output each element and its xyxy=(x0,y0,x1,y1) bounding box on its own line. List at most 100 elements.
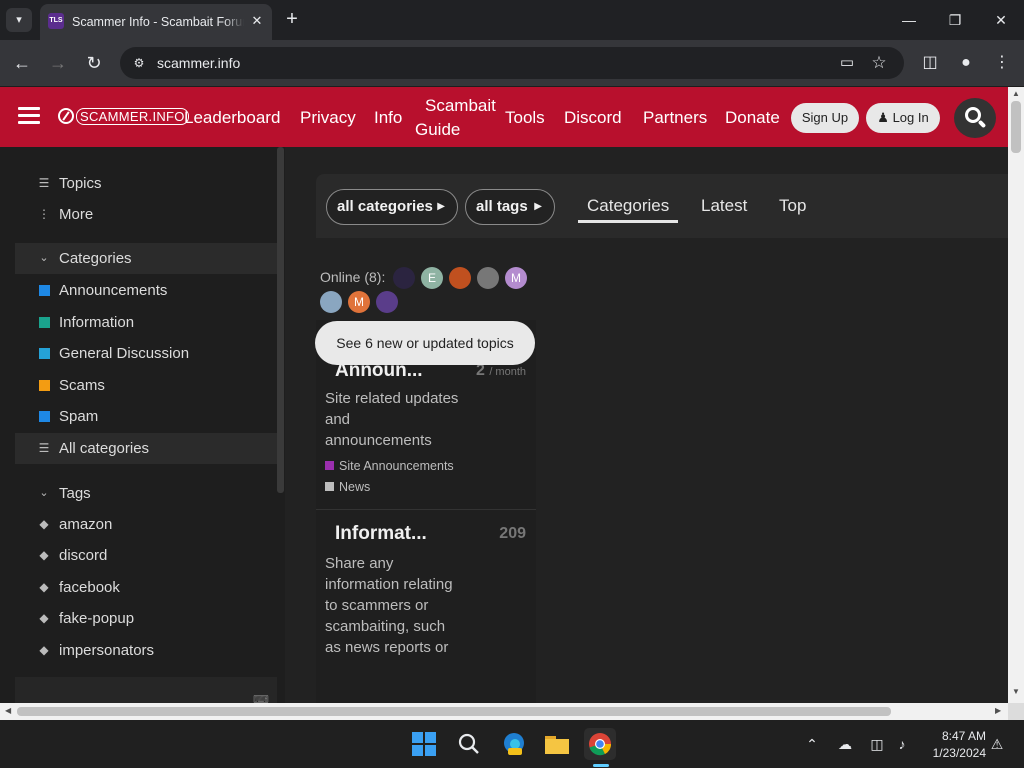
category-color-swatch xyxy=(39,348,50,359)
back-arrow-icon[interactable]: ← xyxy=(8,49,36,77)
clock-date[interactable]: 1/23/2024 xyxy=(922,745,986,761)
sidebar-category-announcements[interactable]: Announcements xyxy=(15,275,277,306)
window-close-icon[interactable]: ✕ xyxy=(978,4,1024,36)
tab-title: Scammer Info - Scambait Forum xyxy=(72,15,244,29)
sidebar-section-categories[interactable]: ⌄ Categories xyxy=(15,243,277,274)
subcategory-site-announcements[interactable]: Site Announcements xyxy=(325,458,454,474)
sidebar-item-topics[interactable]: ☰ Topics xyxy=(15,168,277,199)
keyboard-shortcuts-icon[interactable]: ⌨ xyxy=(253,693,269,703)
forward-arrow-icon[interactable]: → xyxy=(44,49,72,77)
sidebar-category-spam[interactable]: Spam xyxy=(15,401,277,432)
online-users: Online (8): E M M xyxy=(316,264,536,320)
tab-search-chevron-icon[interactable]: ▾ xyxy=(6,8,32,32)
sidebar-scrollbar[interactable] xyxy=(277,147,284,493)
sidebar-tag-amazon[interactable]: ◆ amazon xyxy=(15,509,277,540)
reload-icon[interactable]: ↻ xyxy=(80,49,108,77)
avatar[interactable]: M xyxy=(348,291,370,313)
edge-beta-icon[interactable] xyxy=(498,728,530,760)
hamburger-menu-icon[interactable] xyxy=(18,107,40,125)
search-icon[interactable] xyxy=(954,98,996,138)
caret-right-icon: ▶ xyxy=(437,201,445,212)
tab-latest[interactable]: Latest xyxy=(701,194,747,218)
scroll-right-arrow-icon[interactable]: ▶ xyxy=(995,706,1001,715)
avatar[interactable] xyxy=(320,291,342,313)
browser-tab[interactable]: TLS Scammer Info - Scambait Forum ✕ xyxy=(40,4,272,40)
nav-tools[interactable]: Tools xyxy=(505,107,545,129)
page-horizontal-scrollbar[interactable]: ◀ ▶ xyxy=(0,703,1008,720)
sidebar-tag-fake-popup[interactable]: ◆ fake-popup xyxy=(15,603,277,634)
online-count-label: Online (8): xyxy=(320,269,386,285)
browser-menu-icon[interactable]: ⋮ xyxy=(990,51,1014,75)
sidebar-section-tags[interactable]: ⌄ Tags xyxy=(15,478,277,509)
monitor-network-icon[interactable]: ◫ xyxy=(867,734,887,754)
nav-donate[interactable]: Donate xyxy=(725,107,780,129)
category-description: Site related updates and announcements xyxy=(325,390,459,449)
scroll-up-arrow-icon[interactable]: ▲ xyxy=(1012,89,1020,98)
windows-start-icon[interactable] xyxy=(408,728,440,760)
bookmark-star-icon[interactable]: ☆ xyxy=(868,52,890,74)
install-app-icon[interactable]: ▭ xyxy=(836,53,858,73)
sidebar-category-general-discussion[interactable]: General Discussion xyxy=(15,338,277,369)
avatar[interactable] xyxy=(393,267,415,289)
avatar[interactable]: M xyxy=(505,267,527,289)
new-topics-banner[interactable]: See 6 new or updated topics xyxy=(315,321,535,365)
window-minimize-icon[interactable]: — xyxy=(886,4,932,36)
sidebar-tag-facebook[interactable]: ◆ facebook xyxy=(15,572,277,603)
search-icon[interactable] xyxy=(453,728,485,760)
address-bar[interactable]: ⚙ scammer.info ▭ ☆ xyxy=(120,47,904,79)
chrome-icon[interactable] xyxy=(584,728,616,760)
speaker-muted-icon[interactable]: ♪ xyxy=(892,734,912,754)
avatar[interactable] xyxy=(376,291,398,313)
category-color-swatch xyxy=(39,317,50,328)
sidebar-category-scams[interactable]: Scams xyxy=(15,370,277,401)
side-panel-icon[interactable]: ◫ xyxy=(918,51,942,75)
scrollbar-thumb[interactable] xyxy=(1011,101,1021,153)
file-explorer-icon[interactable] xyxy=(541,728,573,760)
clock-time[interactable]: 8:47 AM xyxy=(922,728,986,744)
nav-discord[interactable]: Discord xyxy=(564,107,622,129)
nav-scambait-guide-line1[interactable]: Scambait xyxy=(425,95,496,117)
all-categories-dropdown[interactable]: all categories ▶ xyxy=(326,189,458,225)
caret-right-icon: ▶ xyxy=(534,201,542,212)
nav-partners[interactable]: Partners xyxy=(643,107,707,129)
site-favicon-icon: TLS xyxy=(48,13,64,29)
log-in-label: Log In xyxy=(892,110,929,125)
nav-privacy[interactable]: Privacy xyxy=(300,107,356,129)
onedrive-cloud-icon[interactable]: ☁ xyxy=(835,734,855,754)
sidebar-item-all-categories[interactable]: ☰ All categories xyxy=(15,433,277,464)
show-hidden-icons-chevron-icon[interactable]: ⌃ xyxy=(802,734,822,754)
category-card-information[interactable]: Informat... 209 Share any information re… xyxy=(316,510,536,703)
page-vertical-scrollbar[interactable]: ▲ ▼ xyxy=(1008,87,1024,703)
sidebar-tag-impersonators[interactable]: ◆ impersonators xyxy=(15,635,277,666)
avatar[interactable] xyxy=(449,267,471,289)
tab-top[interactable]: Top xyxy=(779,194,806,218)
new-tab-plus-icon[interactable]: + xyxy=(281,8,303,30)
scroll-left-arrow-icon[interactable]: ◀ xyxy=(5,706,11,715)
avatar[interactable] xyxy=(477,267,499,289)
log-in-button[interactable]: ♟ Log In xyxy=(866,103,940,133)
site-logo[interactable]: SCAMMER.INFO xyxy=(58,107,189,127)
sidebar-category-information[interactable]: Information xyxy=(15,307,277,338)
profile-icon[interactable]: ● xyxy=(954,51,978,75)
nav-scambait-guide-line2[interactable]: Guide xyxy=(415,119,460,141)
subcategory-news[interactable]: News xyxy=(325,479,370,495)
sidebar-tag-discord[interactable]: ◆ discord xyxy=(15,540,277,571)
category-title[interactable]: Informat... xyxy=(335,523,427,545)
nav-info[interactable]: Info xyxy=(374,107,402,129)
nav-leaderboard[interactable]: Leaderboard xyxy=(184,107,280,129)
scrollbar-corner xyxy=(1008,703,1024,720)
sidebar: ☰ Topics ⋮ More ⌄ Categories Announcemen… xyxy=(0,147,285,703)
sign-up-button[interactable]: Sign Up xyxy=(791,103,859,133)
url-text[interactable]: scammer.info xyxy=(157,55,240,71)
sidebar-item-more[interactable]: ⋮ More xyxy=(15,199,277,230)
scroll-down-arrow-icon[interactable]: ▼ xyxy=(1012,687,1020,696)
window-restore-icon[interactable]: ❐ xyxy=(932,4,978,36)
tab-close-icon[interactable]: ✕ xyxy=(248,12,266,30)
all-tags-dropdown[interactable]: all tags ▶ xyxy=(465,189,555,225)
notification-bell-icon[interactable]: ⚠ xyxy=(987,734,1007,754)
category-color-swatch xyxy=(39,285,50,296)
tab-categories[interactable]: Categories xyxy=(587,194,669,218)
scrollbar-thumb[interactable] xyxy=(17,707,891,716)
site-settings-icon[interactable]: ⚙ xyxy=(130,54,148,72)
avatar[interactable]: E xyxy=(421,267,443,289)
